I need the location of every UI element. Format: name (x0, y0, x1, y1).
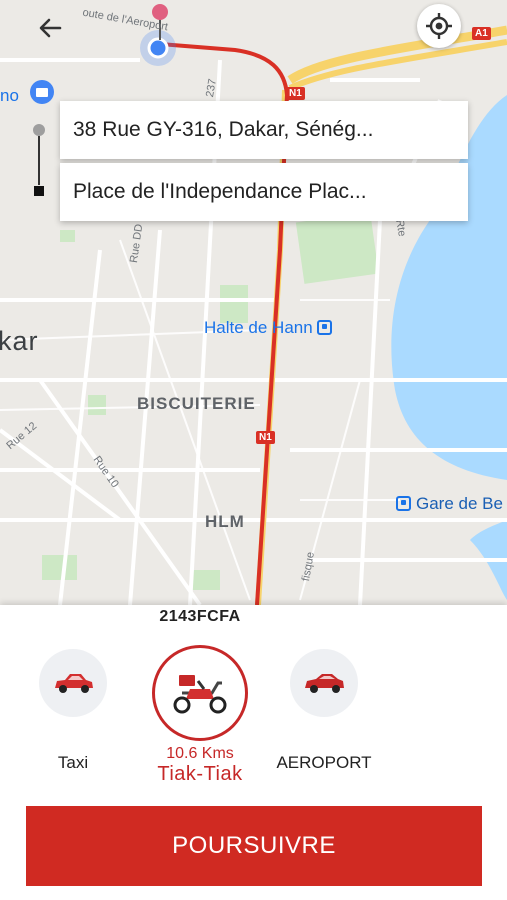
vehicle-name: AEROPORT (276, 753, 372, 772)
vehicle-option-tiak-tiak[interactable]: 10.6 Kms Tiak-Tiak (145, 645, 255, 785)
destination-address-field[interactable]: Place de l'Independance Plac... (60, 163, 468, 221)
map-label-city: kar (0, 326, 39, 356)
car-icon (305, 674, 344, 693)
vehicle-option-taxi[interactable]: Taxi (18, 649, 128, 789)
fare-price: 2143FCFA (159, 608, 241, 625)
map-label-biscuiterie: BISCUITERIE (137, 394, 256, 413)
back-button[interactable] (34, 12, 66, 44)
map-label-halte-de-hann[interactable]: Halte de Hann (204, 318, 332, 338)
highway-shield-n1-top: N1 (286, 87, 305, 100)
highway-shield-n1-mid: N1 (256, 431, 275, 444)
poi-gare-text: Gare de Be (416, 494, 503, 513)
crosshair-icon (426, 13, 452, 39)
vehicle-name: Taxi (57, 753, 89, 772)
vehicle-icon-circle (290, 649, 358, 717)
map-view[interactable]: kar BISCUITERIE HLM Halte de Hann Gare d… (0, 0, 507, 605)
map-canvas (0, 4, 507, 605)
vehicle-option-aeroport[interactable]: AEROPORT (269, 649, 379, 789)
highway-shield-a1: A1 (472, 27, 491, 40)
arrow-left-icon (39, 18, 62, 38)
vehicle-icon-circle (39, 649, 107, 717)
map-label-hlm: HLM (205, 512, 245, 531)
vehicle-icon-circle-selected (152, 645, 248, 741)
car-icon (55, 674, 93, 693)
map-label-gare[interactable]: Gare de Be (396, 494, 503, 514)
poi-hann-text: Halte de Hann (204, 318, 313, 337)
route-connector-icon (33, 124, 45, 196)
ride-options-sheet: 2143FCFA Taxi 10.6 Kms Tiak-Tiak AEROPOR… (0, 605, 507, 900)
scooter-icon (173, 675, 227, 714)
train-station-icon (396, 496, 411, 511)
trip-distance: 10.6 Kms (166, 745, 234, 762)
my-location-button[interactable] (417, 4, 461, 48)
pickup-address-field[interactable]: 38 Rue GY-316, Dakar, Sénég... (60, 101, 468, 159)
vehicle-name: Tiak-Tiak (157, 763, 243, 785)
map-label-partial-no: no (0, 86, 19, 105)
continue-button[interactable]: POURSUIVRE (26, 806, 482, 886)
train-station-icon (316, 320, 332, 335)
